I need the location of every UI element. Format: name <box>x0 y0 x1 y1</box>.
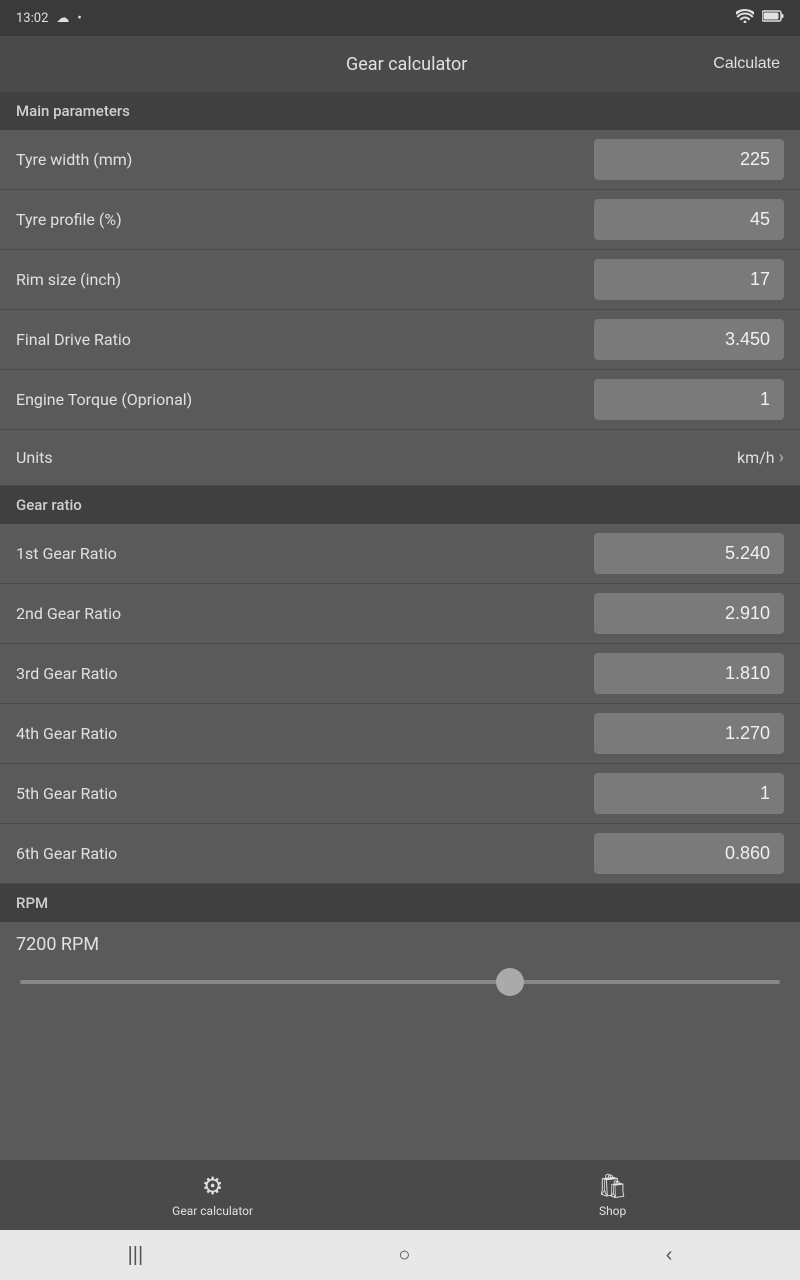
rim-size-row: Rim size (inch) <box>0 250 800 310</box>
rpm-value: 7200 RPM <box>16 934 784 955</box>
gear-3-label: 3rd Gear Ratio <box>16 664 594 683</box>
nav-gear-label: Gear calculator <box>172 1204 253 1218</box>
rim-size-input[interactable] <box>594 259 784 300</box>
gear-icon: ⚙ <box>202 1172 224 1200</box>
status-time: 13:02 <box>16 11 48 26</box>
gear-2-row: 2nd Gear Ratio <box>0 584 800 644</box>
app-title: Gear calculator <box>346 54 467 75</box>
gear-6-label: 6th Gear Ratio <box>16 844 594 863</box>
units-row[interactable]: Units km/h › <box>0 430 800 486</box>
cloud-icon: ☁ <box>56 11 69 26</box>
main-content: Main parameters Tyre width (mm) Tyre pro… <box>0 92 800 1160</box>
nav-gear-calculator[interactable]: ⚙ Gear calculator <box>148 1164 277 1226</box>
gear-5-input[interactable] <box>594 773 784 814</box>
gear-ratio-header: Gear ratio <box>0 486 800 524</box>
gear-5-label: 5th Gear Ratio <box>16 784 594 803</box>
rpm-slider-container[interactable] <box>16 969 784 988</box>
chevron-right-icon: › <box>779 447 784 468</box>
gear-2-label: 2nd Gear Ratio <box>16 604 594 623</box>
sys-home-button[interactable]: ○ <box>378 1236 430 1275</box>
gear-4-row: 4th Gear Ratio <box>0 704 800 764</box>
main-params-header: Main parameters <box>0 92 800 130</box>
rim-size-label: Rim size (inch) <box>16 270 594 289</box>
gear-1-label: 1st Gear Ratio <box>16 544 594 563</box>
shop-icon: 🛍 <box>597 1172 627 1200</box>
gear-4-input[interactable] <box>594 713 784 754</box>
engine-torque-row: Engine Torque (Oprional) <box>0 370 800 430</box>
nav-shop-label: Shop <box>599 1204 626 1218</box>
top-bar: Gear calculator Calculate <box>0 36 800 92</box>
status-bar: 13:02 ☁ • <box>0 0 800 36</box>
sys-menu-button[interactable]: ||| <box>108 1236 164 1275</box>
bottom-nav: ⚙ Gear calculator 🛍 Shop <box>0 1160 800 1230</box>
gear-4-label: 4th Gear Ratio <box>16 724 594 743</box>
final-drive-input[interactable] <box>594 319 784 360</box>
gear-6-input[interactable] <box>594 833 784 874</box>
gear-3-input[interactable] <box>594 653 784 694</box>
tyre-profile-row: Tyre profile (%) <box>0 190 800 250</box>
status-right <box>736 9 784 27</box>
gear-3-row: 3rd Gear Ratio <box>0 644 800 704</box>
wifi-icon <box>736 9 754 27</box>
tyre-profile-input[interactable] <box>594 199 784 240</box>
gear-6-row: 6th Gear Ratio <box>0 824 800 884</box>
gear-2-input[interactable] <box>594 593 784 634</box>
gear-1-row: 1st Gear Ratio <box>0 524 800 584</box>
rpm-slider[interactable] <box>20 980 780 984</box>
units-value-container[interactable]: km/h › <box>737 447 784 468</box>
nav-shop[interactable]: 🛍 Shop <box>573 1164 651 1226</box>
battery-icon <box>762 10 784 26</box>
gear-5-row: 5th Gear Ratio <box>0 764 800 824</box>
status-left: 13:02 ☁ • <box>16 11 82 26</box>
rpm-header: RPM <box>0 884 800 922</box>
engine-torque-input[interactable] <box>594 379 784 420</box>
calculate-button[interactable]: Calculate <box>713 55 780 73</box>
gear-1-input[interactable] <box>594 533 784 574</box>
tyre-width-input[interactable] <box>594 139 784 180</box>
tyre-width-label: Tyre width (mm) <box>16 150 594 169</box>
tyre-profile-label: Tyre profile (%) <box>16 210 594 229</box>
system-nav-bar: ||| ○ ‹ <box>0 1230 800 1280</box>
final-drive-label: Final Drive Ratio <box>16 330 594 349</box>
units-label: Units <box>16 448 53 467</box>
sys-back-button[interactable]: ‹ <box>646 1236 693 1275</box>
rpm-section: 7200 RPM <box>0 922 800 1000</box>
units-value-text: km/h <box>737 448 775 467</box>
final-drive-row: Final Drive Ratio <box>0 310 800 370</box>
dot-icon: • <box>77 11 81 26</box>
tyre-width-row: Tyre width (mm) <box>0 130 800 190</box>
engine-torque-label: Engine Torque (Oprional) <box>16 390 594 409</box>
